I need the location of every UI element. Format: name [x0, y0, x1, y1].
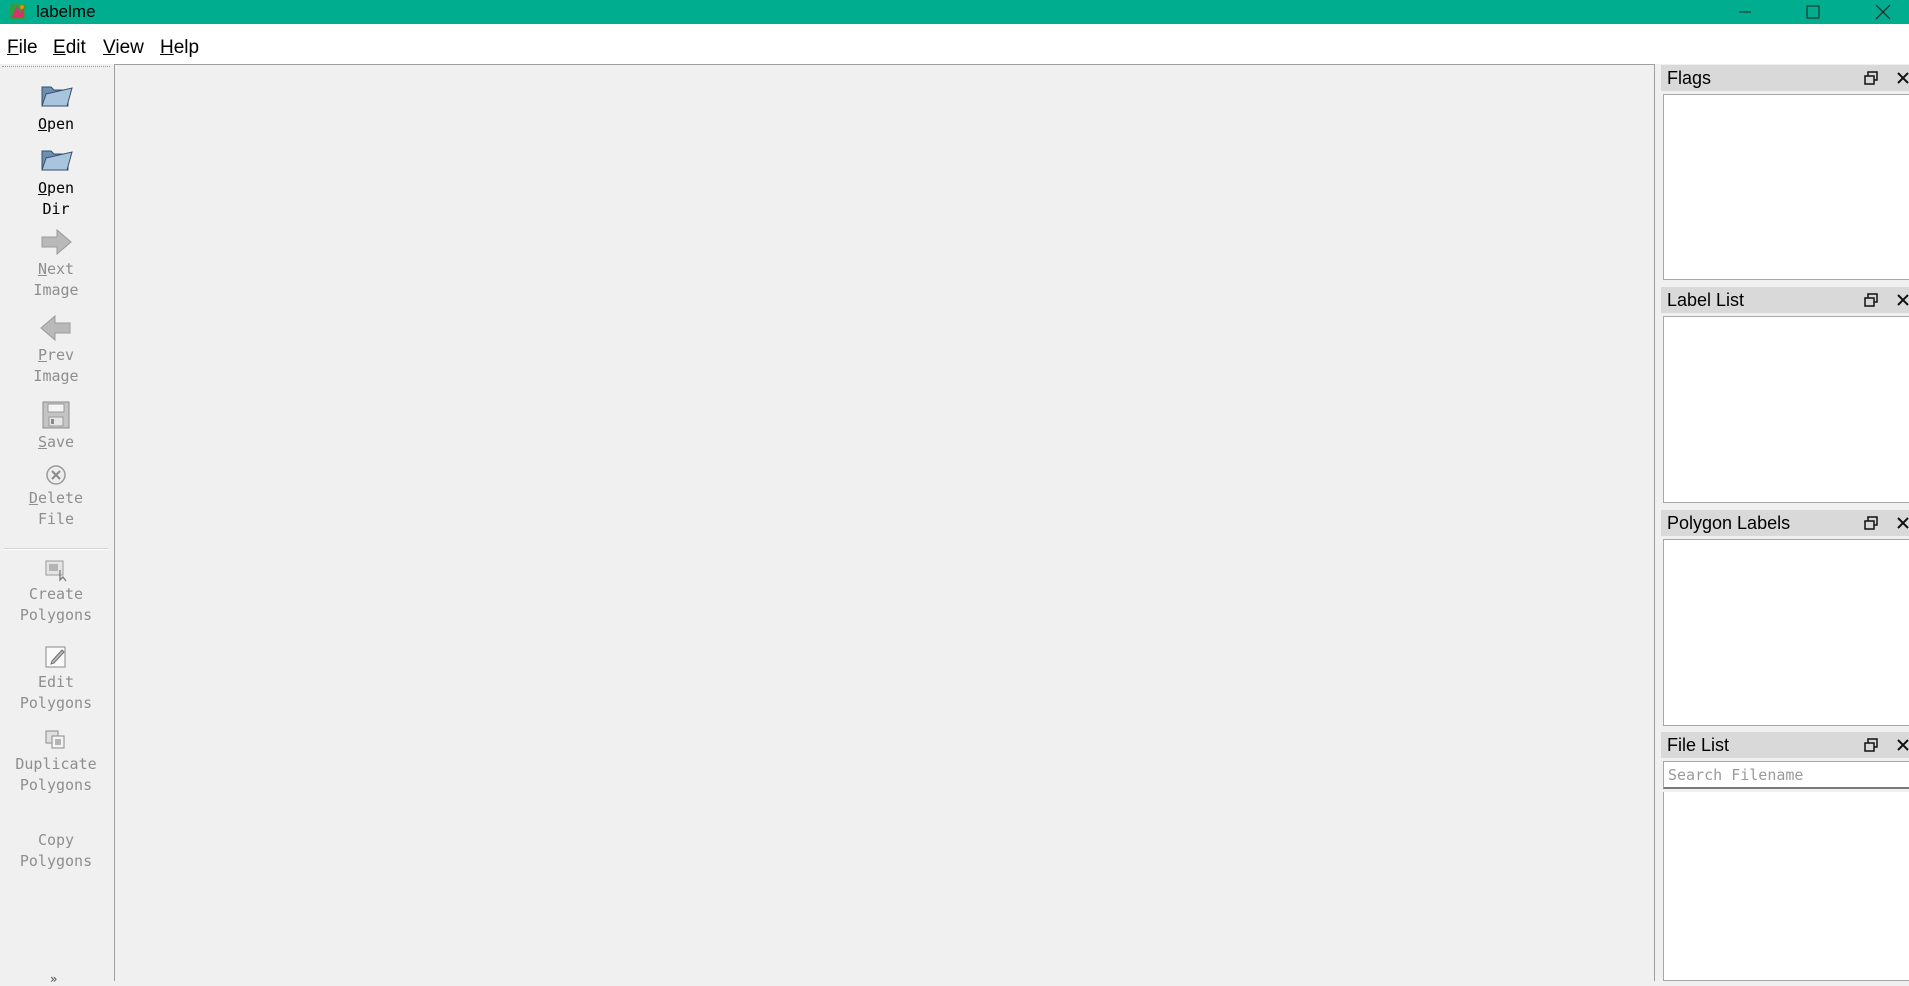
toolbar-grip[interactable]: [2, 66, 110, 67]
minimize-icon: [1739, 11, 1751, 13]
float-window-icon: [1864, 516, 1878, 530]
close-icon: [1897, 72, 1909, 84]
dock-title: Label List: [1667, 290, 1745, 310]
create-polygon-icon: [45, 560, 67, 582]
arrow-right-icon: [41, 228, 72, 256]
polygon-labels-dock: Polygon Labels: [1661, 510, 1909, 726]
floppy-disk-icon: [42, 401, 70, 429]
dock-header: Polygon Labels: [1661, 510, 1909, 536]
dock-title: Flags: [1667, 68, 1712, 88]
menu-edit[interactable]: Edit: [53, 37, 86, 59]
file-list[interactable]: [1663, 792, 1909, 981]
float-window-icon: [1864, 71, 1878, 85]
folder-open-icon: [41, 150, 73, 171]
toolbar-overflow-button[interactable]: »: [50, 972, 57, 986]
window-title: labelme: [36, 2, 96, 21]
open-button[interactable]: Open: [0, 78, 112, 135]
close-window-button[interactable]: [1861, 0, 1905, 24]
float-window-icon: [1864, 738, 1878, 752]
create-polygons-button[interactable]: Create Polygons: [0, 558, 112, 626]
float-window-icon: [1864, 293, 1878, 307]
next-image-button[interactable]: Next Image: [0, 227, 112, 301]
close-icon: [1897, 517, 1909, 529]
polygon-labels-list[interactable]: [1663, 539, 1909, 726]
maximize-button[interactable]: [1791, 0, 1835, 24]
duplicate-icon: [45, 730, 65, 749]
flags-list[interactable]: [1663, 94, 1909, 280]
file-list-dock: File List: [1661, 732, 1909, 981]
dock-float-button[interactable]: [1863, 70, 1879, 86]
flags-dock: Flags: [1661, 65, 1909, 280]
open-dir-button[interactable]: Open Dir: [0, 142, 112, 220]
menu-file[interactable]: File: [7, 37, 38, 59]
delete-file-button[interactable]: Delete File: [0, 464, 112, 530]
dock-float-button[interactable]: [1863, 737, 1879, 753]
dock-title: File List: [1667, 735, 1730, 755]
dock-close-button[interactable]: [1895, 70, 1909, 86]
menu-view[interactable]: View: [103, 37, 144, 59]
dock-close-button[interactable]: [1895, 292, 1909, 308]
left-toolbar: Open OpenDir NextImage PrevImage Save: [0, 64, 112, 986]
dock-float-button[interactable]: [1863, 515, 1879, 531]
cancel-circle-icon: [46, 465, 66, 485]
dock-header: Flags: [1661, 65, 1909, 91]
copy-polygons-button[interactable]: Copy Polygons: [0, 830, 112, 872]
edit-polygons-button[interactable]: Edit Polygons: [0, 644, 112, 714]
labelme-app-icon: [8, 2, 28, 22]
dock-header: Label List: [1661, 287, 1909, 313]
dock-float-button[interactable]: [1863, 292, 1879, 308]
close-icon: [1897, 739, 1909, 751]
menu-bar: File Edit View Help: [0, 24, 1909, 64]
search-filename-input[interactable]: [1663, 761, 1909, 789]
duplicate-polygons-button[interactable]: Duplicate Polygons: [0, 728, 112, 796]
arrow-left-icon: [40, 314, 71, 342]
close-icon: [1897, 294, 1909, 306]
dock-close-button[interactable]: [1895, 737, 1909, 753]
menu-help[interactable]: Help: [160, 37, 199, 59]
title-bar: labelme: [0, 0, 1909, 24]
annotation-canvas[interactable]: [114, 64, 1655, 981]
dock-close-button[interactable]: [1895, 515, 1909, 531]
dock-header: File List: [1661, 732, 1909, 758]
dock-title: Polygon Labels: [1667, 513, 1791, 533]
label-list[interactable]: [1663, 316, 1909, 503]
label-list-dock: Label List: [1661, 287, 1909, 503]
toolbar-separator: [4, 548, 108, 550]
maximize-icon: [1806, 5, 1820, 19]
edit-icon: [45, 646, 66, 668]
prev-image-button[interactable]: Prev Image: [0, 313, 112, 387]
close-icon: [1875, 4, 1891, 20]
minimize-button[interactable]: [1723, 0, 1767, 24]
save-button[interactable]: Save: [0, 400, 112, 453]
folder-open-icon: [41, 86, 73, 107]
